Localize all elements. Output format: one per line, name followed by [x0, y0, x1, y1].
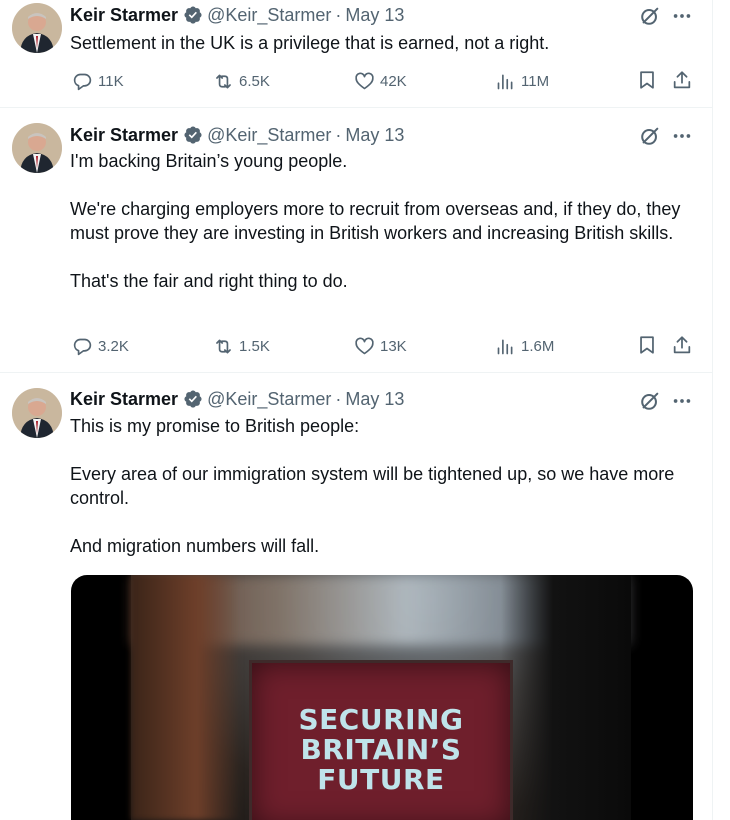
- more-icon[interactable]: [671, 125, 693, 147]
- more-icon[interactable]: [671, 390, 693, 412]
- reply-icon: [73, 338, 92, 355]
- tweet-actions: 3.2K 1.5K 13K 1.6M: [70, 334, 698, 358]
- verified-badge-icon: [183, 125, 203, 145]
- reply-button[interactable]: 3.2K: [72, 334, 129, 358]
- like-icon: [355, 337, 374, 354]
- repost-count: 6.5K: [239, 72, 270, 90]
- author-handle[interactable]: @Keir_Starmer: [207, 5, 331, 26]
- views-button[interactable]: 11M: [495, 69, 549, 93]
- tweet-header: Keir Starmer @Keir_Starmer · May 13: [70, 3, 404, 27]
- repost-icon: [216, 74, 231, 88]
- bookmark-icon[interactable]: [636, 69, 658, 91]
- tweet-video[interactable]: SECURING BRITAIN’S FUTURE: [71, 575, 693, 820]
- reply-count: 3.2K: [98, 337, 129, 355]
- tweet-date[interactable]: May 13: [345, 5, 404, 26]
- reply-count: 11K: [98, 72, 124, 90]
- author-name[interactable]: Keir Starmer: [70, 389, 178, 410]
- tweet-text: This is my promise to British people: Ev…: [70, 416, 675, 556]
- tweet-text: Settlement in the UK is a privilege that…: [70, 33, 550, 53]
- tweet-text: I'm backing Britain’s young people. We'r…: [70, 151, 681, 291]
- author-name[interactable]: Keir Starmer: [70, 5, 178, 26]
- repost-icon: [216, 339, 231, 353]
- separator: ·: [335, 4, 342, 25]
- grok-icon[interactable]: [639, 5, 661, 27]
- views-icon: [497, 339, 513, 354]
- tweet-header: Keir Starmer @Keir_Starmer · May 13: [70, 123, 404, 147]
- avatar[interactable]: [12, 388, 62, 438]
- avatar[interactable]: [12, 123, 62, 173]
- tweet[interactable]: Keir Starmer @Keir_Starmer · May 13 I'm …: [0, 108, 713, 373]
- author-handle[interactable]: @Keir_Starmer: [207, 125, 331, 146]
- reply-icon: [73, 73, 92, 90]
- like-button[interactable]: 13K: [354, 334, 407, 358]
- views-icon: [497, 74, 513, 89]
- verified-badge-icon: [183, 389, 203, 409]
- tweet-header: Keir Starmer @Keir_Starmer · May 13: [70, 387, 404, 411]
- separator: ·: [335, 124, 342, 145]
- repost-count: 1.5K: [239, 337, 270, 355]
- grok-icon[interactable]: [639, 125, 661, 147]
- views-button[interactable]: 1.6M: [495, 334, 554, 358]
- like-count: 13K: [380, 337, 407, 355]
- tweet-actions: 11K 6.5K 42K 11M: [70, 69, 698, 93]
- share-icon[interactable]: [671, 69, 693, 91]
- lectern-sign-text: SECURING BRITAIN’S FUTURE: [298, 703, 464, 796]
- share-icon[interactable]: [671, 334, 693, 356]
- bookmark-icon[interactable]: [636, 334, 658, 356]
- views-count: 11M: [521, 72, 550, 90]
- timeline-feed: Keir Starmer @Keir_Starmer · May 13 Sett…: [0, 0, 713, 820]
- video-right-shadow: [501, 575, 631, 820]
- tweet[interactable]: Keir Starmer @Keir_Starmer · May 13 Sett…: [0, 0, 713, 108]
- reply-button[interactable]: 11K: [72, 69, 124, 93]
- repost-button[interactable]: 6.5K: [213, 69, 270, 93]
- video-left-blur: [131, 575, 241, 820]
- like-icon: [355, 72, 374, 89]
- verified-badge-icon: [183, 5, 203, 25]
- tweet-date[interactable]: May 13: [345, 125, 404, 146]
- like-button[interactable]: 42K: [354, 69, 407, 93]
- author-name[interactable]: Keir Starmer: [70, 125, 178, 146]
- like-count: 42K: [380, 72, 407, 90]
- tweet-date[interactable]: May 13: [345, 389, 404, 410]
- separator: ·: [335, 388, 342, 409]
- author-handle[interactable]: @Keir_Starmer: [207, 389, 331, 410]
- more-icon[interactable]: [671, 5, 693, 27]
- lectern-sign: SECURING BRITAIN’S FUTURE: [249, 660, 513, 820]
- views-count: 1.6M: [521, 337, 555, 355]
- avatar[interactable]: [12, 3, 62, 53]
- grok-icon[interactable]: [639, 390, 661, 412]
- repost-button[interactable]: 1.5K: [213, 334, 270, 358]
